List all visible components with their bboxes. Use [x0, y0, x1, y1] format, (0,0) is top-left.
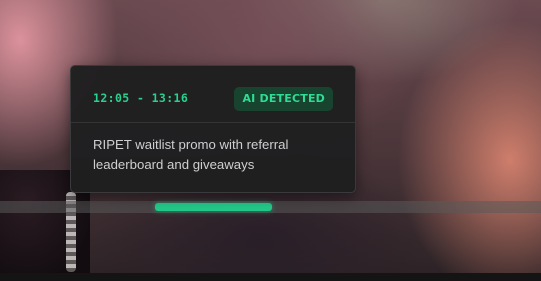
tooltip-header: 12:05 - 13:16 AI DETECTED: [71, 66, 355, 123]
video-player[interactable]: 12:05 - 13:16 AI DETECTED RIPET waitlist…: [0, 0, 541, 281]
segment-description: RIPET waitlist promo with referral leade…: [93, 137, 289, 172]
ai-detected-segment-marker[interactable]: [155, 203, 272, 211]
ai-detected-badge: AI DETECTED: [234, 87, 333, 111]
player-controls-bar: [0, 273, 541, 281]
segment-time-range: 12:05 - 13:16: [93, 91, 189, 105]
segment-tooltip: 12:05 - 13:16 AI DETECTED RIPET waitlist…: [70, 65, 356, 193]
